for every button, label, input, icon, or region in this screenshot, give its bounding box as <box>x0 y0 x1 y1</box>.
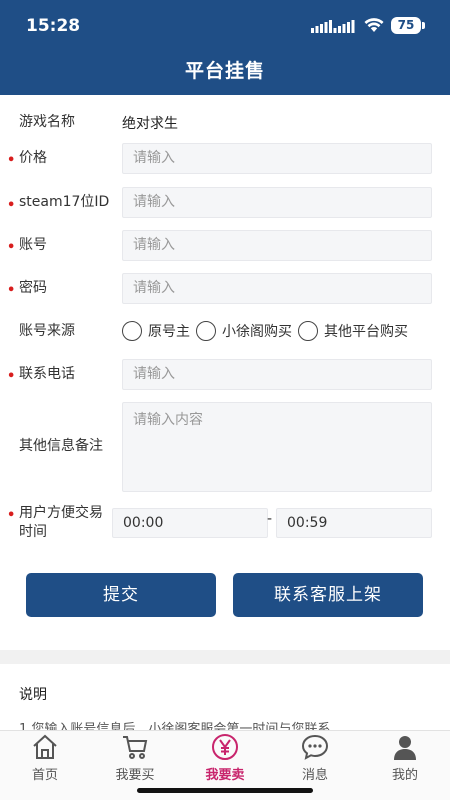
home-indicator <box>137 788 313 793</box>
tab-label: 我的 <box>391 768 418 783</box>
tab-profile[interactable]: 我的 <box>360 731 450 787</box>
required-mark: • <box>7 508 16 523</box>
phone-input[interactable]: 请输入 <box>122 359 432 390</box>
required-mark: • <box>7 369 16 384</box>
required-mark: • <box>7 153 16 168</box>
radio-label: 原号主 <box>148 324 190 340</box>
radio-icon <box>298 321 318 341</box>
explanation-title: 说明 <box>19 687 47 703</box>
game-name-value: 绝对求生 <box>122 116 178 132</box>
password-input[interactable]: 请输入 <box>122 273 432 304</box>
explanation-text: 1.您输入账号信息后，小徐阁客服会第一时间与您联系 <box>19 722 331 730</box>
source-option-other-platform[interactable]: 其他平台购买 <box>298 321 408 341</box>
password-label: 密码 <box>19 280 47 296</box>
price-input[interactable]: 请输入 <box>122 143 432 174</box>
tab-label: 我要买 <box>115 768 155 783</box>
cellular-signal-icon <box>311 20 355 33</box>
yen-icon <box>212 734 238 760</box>
message-icon <box>301 734 329 760</box>
contact-service-button[interactable]: 联系客服上架 <box>233 573 423 617</box>
required-mark: • <box>7 283 16 298</box>
status-bar: 15:28 75 <box>0 0 450 50</box>
required-mark: • <box>7 198 16 213</box>
trade-time-start-picker[interactable]: 00:00 <box>112 508 268 538</box>
time-separator: - <box>267 511 273 527</box>
page-title: 平台挂售 <box>184 60 265 82</box>
tab-sell[interactable]: 我要卖 <box>180 731 270 787</box>
submit-button[interactable]: 提交 <box>26 573 216 617</box>
trade-time-end-picker[interactable]: 00:59 <box>276 508 432 538</box>
cart-icon <box>123 736 148 759</box>
battery-tip <box>422 22 425 29</box>
source-option-bought-xiaoxuge[interactable]: 小徐阁购买 <box>196 321 292 341</box>
steam-id-input[interactable]: 请输入 <box>122 187 432 218</box>
account-source-label: 账号来源 <box>19 323 75 339</box>
game-name-label: 游戏名称 <box>19 114 75 130</box>
wifi-icon <box>364 18 384 32</box>
source-option-original-owner[interactable]: 原号主 <box>122 321 190 341</box>
radio-label: 其他平台购买 <box>324 324 408 340</box>
trade-time-label: 用户方便交易时间 <box>19 505 103 540</box>
status-time: 15:28 <box>26 16 81 36</box>
radio-label: 小徐阁购买 <box>222 324 292 340</box>
tab-label: 我要卖 <box>205 768 245 783</box>
user-icon <box>394 736 416 760</box>
tab-label: 首页 <box>31 768 58 783</box>
tab-home[interactable]: 首页 <box>0 731 90 787</box>
battery-icon: 75 <box>391 17 421 34</box>
account-label: 账号 <box>19 237 47 253</box>
notes-label: 其他信息备注 <box>19 438 103 454</box>
tab-buy[interactable]: 我要买 <box>90 731 180 787</box>
sell-form: 游戏名称 绝对求生 • 价格 请输入 • steam17位ID 请输入 • 账号… <box>0 95 450 650</box>
tab-label: 消息 <box>301 768 328 783</box>
phone-label: 联系电话 <box>19 366 75 382</box>
tab-messages[interactable]: 消息 <box>270 731 360 787</box>
account-source-radio-group: 原号主 小徐阁购买 其他平台购买 <box>122 321 414 341</box>
radio-icon <box>122 321 142 341</box>
explanation-section: 说明 1.您输入账号信息后，小徐阁客服会第一时间与您联系 <box>0 664 450 730</box>
account-input[interactable]: 请输入 <box>122 230 432 261</box>
home-icon <box>33 734 57 759</box>
radio-icon <box>196 321 216 341</box>
price-label: 价格 <box>19 150 47 166</box>
app-header: 15:28 75 平台挂售 <box>0 0 450 95</box>
required-mark: • <box>7 240 16 255</box>
notes-textarea[interactable]: 请输入内容 <box>122 402 432 492</box>
steam-id-label: steam17位ID <box>19 194 110 210</box>
